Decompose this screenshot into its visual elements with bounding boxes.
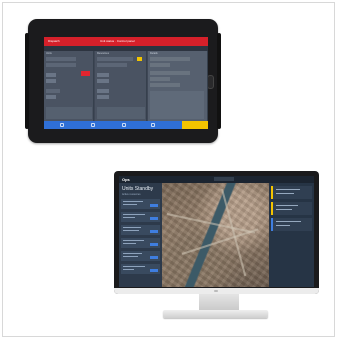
tablet-home-button[interactable] bbox=[207, 75, 214, 89]
tablet-field[interactable] bbox=[46, 89, 60, 93]
tablet-field[interactable] bbox=[150, 71, 190, 75]
satellite-map[interactable] bbox=[162, 183, 269, 287]
map-toolbar[interactable] bbox=[214, 177, 234, 181]
monitor-left-panel: Units Standby Active resources bbox=[119, 183, 162, 287]
tablet-bumper-right bbox=[217, 33, 221, 129]
tablet-panel bbox=[97, 107, 145, 119]
map-road bbox=[181, 228, 259, 255]
unit-card-button[interactable] bbox=[150, 217, 158, 220]
unit-card-button[interactable] bbox=[150, 204, 158, 207]
monitor-app-header: Ops bbox=[119, 176, 314, 183]
unit-card-button[interactable] bbox=[150, 230, 158, 233]
tablet-field[interactable] bbox=[150, 83, 180, 87]
tablet-field[interactable] bbox=[97, 73, 109, 77]
unit-card-button[interactable] bbox=[150, 243, 158, 246]
home-icon[interactable] bbox=[60, 123, 64, 127]
monitor-stand-neck bbox=[199, 294, 239, 311]
tablet-field[interactable] bbox=[46, 79, 56, 83]
tablet-screen: Dispatch Unit status · Control panel Uni… bbox=[44, 37, 208, 129]
tablet-bottom-nav bbox=[44, 121, 208, 129]
tablet-panel bbox=[46, 107, 92, 119]
tablet-field[interactable] bbox=[97, 89, 109, 93]
tablet-column-units: Units bbox=[44, 51, 94, 121]
tablet-field[interactable] bbox=[46, 95, 56, 99]
monitor-app-logo: Ops bbox=[122, 177, 130, 182]
left-panel-heading: Units Standby bbox=[122, 186, 154, 192]
truck-icon[interactable] bbox=[122, 123, 126, 127]
tablet-field[interactable] bbox=[150, 77, 170, 81]
tablet-field[interactable] bbox=[97, 95, 109, 99]
tablet-field[interactable] bbox=[46, 73, 56, 77]
incident-card[interactable] bbox=[271, 218, 312, 231]
tablet-app-title: Dispatch bbox=[48, 39, 60, 43]
rugged-tablet: Dispatch Unit status · Control panel Uni… bbox=[25, 19, 221, 143]
monitor-logo bbox=[214, 290, 218, 292]
tablet-yellow-button[interactable] bbox=[137, 57, 142, 61]
tablet-field[interactable] bbox=[150, 63, 170, 67]
unit-card-button[interactable] bbox=[150, 269, 158, 272]
tablet-field[interactable] bbox=[150, 57, 190, 61]
flag-icon[interactable] bbox=[151, 123, 155, 127]
incident-card[interactable] bbox=[271, 202, 312, 215]
incident-card[interactable] bbox=[271, 186, 312, 199]
left-panel-subheading: Active resources bbox=[122, 193, 141, 196]
tablet-field[interactable] bbox=[97, 57, 133, 61]
unit-card-button[interactable] bbox=[150, 256, 158, 259]
tablet-field[interactable] bbox=[97, 79, 109, 83]
unit-card[interactable] bbox=[121, 251, 160, 261]
tablet-field[interactable] bbox=[46, 63, 76, 67]
monitor-screen: Ops Units Standby Active resources bbox=[119, 176, 314, 287]
tablet-active-tab[interactable]: Unit status · Control panel bbox=[100, 39, 135, 43]
unit-card[interactable] bbox=[121, 199, 160, 209]
unit-card[interactable] bbox=[121, 238, 160, 248]
tablet-column-label: Resources bbox=[97, 52, 109, 55]
tablet-panel bbox=[150, 91, 204, 119]
unit-card[interactable] bbox=[121, 264, 160, 274]
tablet-primary-action-button[interactable] bbox=[182, 121, 208, 129]
tablet-bumper-left bbox=[25, 33, 29, 129]
tablet-column-label: Details bbox=[150, 52, 158, 55]
monitor-right-panel bbox=[269, 183, 314, 287]
monitor-stand-base bbox=[163, 310, 268, 318]
tablet-column-label: Units bbox=[46, 52, 52, 55]
tablet-field[interactable] bbox=[46, 57, 76, 61]
tablet-column-resources: Resources bbox=[95, 51, 147, 121]
unit-card[interactable] bbox=[121, 212, 160, 222]
map-road bbox=[166, 213, 256, 234]
desktop-monitor: Ops Units Standby Active resources bbox=[114, 171, 319, 294]
wrench-icon[interactable] bbox=[91, 123, 95, 127]
tablet-alert-badge[interactable] bbox=[81, 71, 90, 76]
tablet-app-header: Dispatch Unit status · Control panel bbox=[44, 37, 208, 46]
tablet-column-details: Details bbox=[148, 51, 208, 121]
tablet-field[interactable] bbox=[97, 63, 127, 67]
unit-card[interactable] bbox=[121, 225, 160, 235]
